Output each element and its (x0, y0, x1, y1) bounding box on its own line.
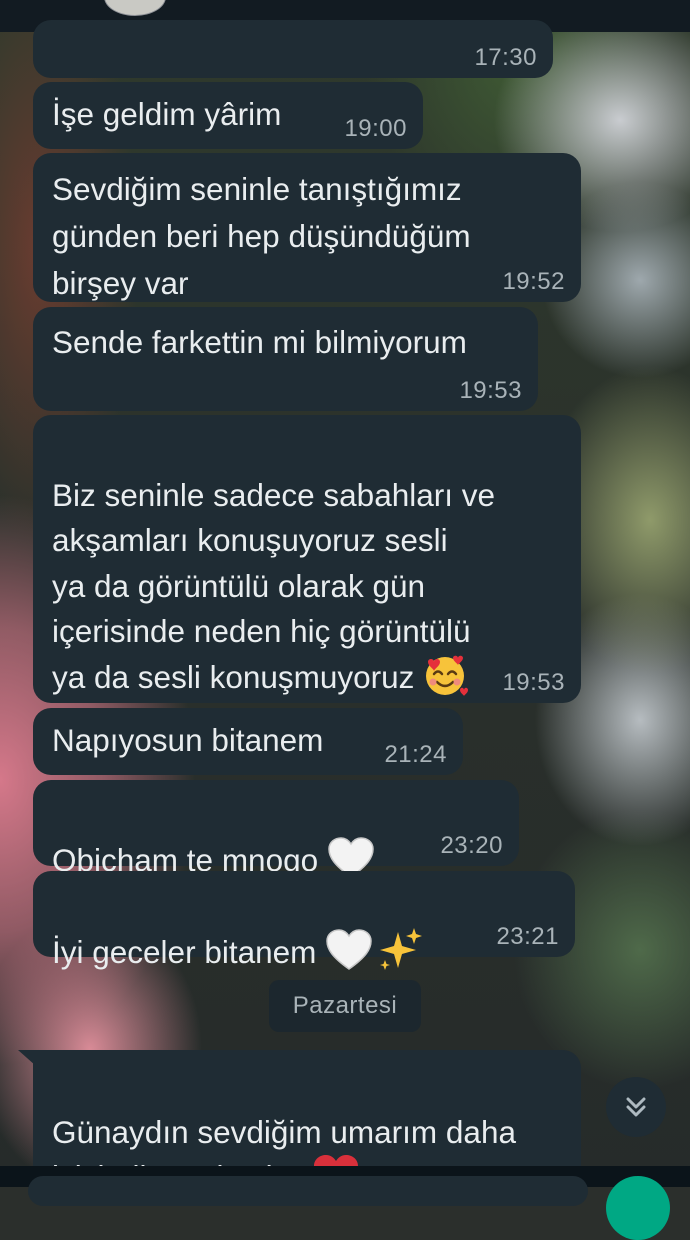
message-text-body: İyi geceler bitanem (52, 933, 317, 970)
message-time: 21:24 (384, 741, 447, 768)
message-time: 19:00 (344, 115, 407, 142)
message-time: 19:53 (459, 377, 522, 404)
message-bubble-incoming[interactable]: İşe geldim yârim 19:00 (33, 82, 423, 149)
message-bubble-incoming[interactable]: Sevdiğim seninle tanıştığımız günden ber… (33, 153, 581, 302)
message-bubble-incoming[interactable]: İyi geceler bitanem 23:21 (33, 871, 575, 971)
scroll-to-bottom-button[interactable] (606, 1077, 666, 1137)
bubble-tail (18, 1050, 36, 1066)
message-bubble-incoming[interactable]: Napıyosun bitanem 21:24 (33, 708, 463, 775)
message-bubble-incoming[interactable]: Obicham te mnogo 23:20 (33, 780, 519, 879)
message-text: Sende farkettin mi bilmiyorum (52, 324, 467, 360)
date-separator: Pazartesi (269, 980, 421, 1032)
sparkles-icon (380, 928, 423, 971)
message-text: İyi geceler bitanem (52, 884, 424, 978)
message-text: Biz seninle sadece sabahları ve akşamlar… (52, 427, 572, 702)
message-time: 23:20 (440, 832, 503, 859)
smiling-face-with-hearts-icon (426, 655, 469, 697)
message-input[interactable] (28, 1176, 588, 1206)
message-time: 17:30 (474, 44, 537, 71)
white-heart-icon (326, 929, 373, 971)
message-text: Napıyosun bitanem (52, 722, 324, 758)
message-text: İşe geldim yârim (52, 96, 282, 132)
message-text: Sevdiğim seninle tanıştığımız günden ber… (52, 171, 471, 301)
message-time: 19:53 (502, 669, 565, 696)
avatar[interactable] (104, 0, 166, 16)
send-button[interactable] (606, 1176, 670, 1240)
chevron-double-down-icon (626, 1097, 646, 1117)
message-time: 19:52 (502, 268, 565, 295)
message-bubble-incoming[interactable]: Biz seninle sadece sabahları ve akşamlar… (33, 415, 581, 703)
message-time: 23:21 (496, 923, 559, 950)
message-bubble-incoming[interactable]: Sende farkettin mi bilmiyorum 19:53 (33, 307, 538, 411)
message-bubble-incoming[interactable]: 17:30 (33, 20, 553, 78)
